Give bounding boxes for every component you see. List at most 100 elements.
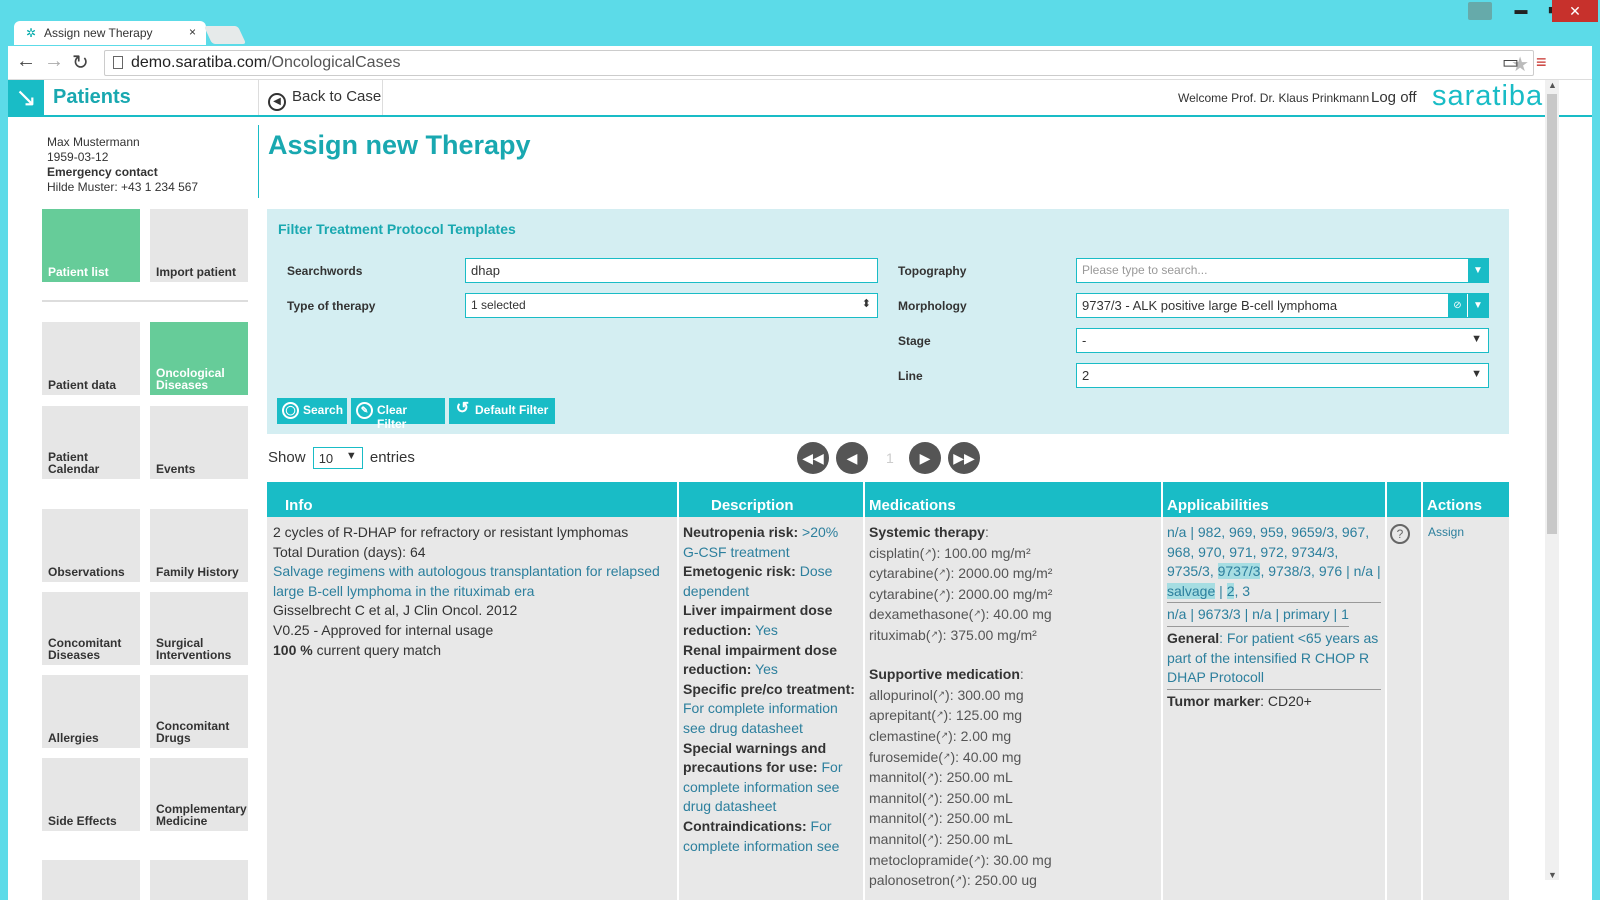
- new-tab-button[interactable]: [203, 26, 247, 44]
- default-filter-button[interactable]: ↺ Default Filter: [449, 398, 555, 424]
- external-link-icon[interactable]: ↗: [927, 771, 935, 781]
- tile-surgical-interventions[interactable]: Surgical Interventions: [150, 592, 248, 665]
- forward-arrow-icon[interactable]: →: [44, 50, 64, 73]
- info-line: 2 cycles of R-DHAP for refractory or res…: [273, 524, 629, 540]
- med-name: mannitol(: [869, 769, 927, 786]
- minimize-button[interactable]: ▬: [1506, 0, 1536, 20]
- last-page-button[interactable]: ▶▶: [948, 442, 980, 474]
- prev-page-button[interactable]: ◀: [836, 442, 868, 474]
- next-page-button[interactable]: ▶: [909, 442, 941, 474]
- appl-highlight: salvage: [1167, 582, 1216, 599]
- supportive-heading: Supportive medication:: [869, 666, 1024, 683]
- morphology-input[interactable]: 9737/3 - ALK positive large B-cell lymph…: [1076, 293, 1489, 318]
- menu-icon[interactable]: ≡: [1536, 52, 1547, 73]
- tile-events[interactable]: Events: [150, 406, 248, 479]
- back-to-case-button[interactable]: ◀ Back to Case: [268, 88, 381, 111]
- topography-label: Topography: [898, 264, 967, 278]
- info-match: 100 % current query match: [273, 641, 683, 661]
- med-dose: ): 300.00 mg: [945, 686, 1024, 703]
- external-link-icon[interactable]: ↗: [938, 588, 946, 598]
- tile-concomitant-diseases[interactable]: Concomitant Diseases: [42, 592, 140, 665]
- type-of-therapy-select[interactable]: 1 selected ⬍: [465, 293, 878, 318]
- chevron-down-icon[interactable]: ▼: [1468, 294, 1488, 317]
- assign-link[interactable]: Assign: [1428, 525, 1464, 539]
- back-arrow-icon[interactable]: ←: [16, 50, 36, 73]
- col-medications[interactable]: Medications: [869, 497, 956, 514]
- address-bar[interactable]: demo.saratiba.com/OncologicalCases ★: [104, 50, 1534, 76]
- external-link-icon[interactable]: ↗: [927, 833, 935, 843]
- tile-label: Oncological Diseases: [156, 366, 225, 392]
- tile-concomitant-drugs[interactable]: Concomitant Drugs: [150, 675, 248, 748]
- undo-icon: ↺: [455, 400, 470, 417]
- scrollbar[interactable]: ▲ ▼: [1545, 80, 1559, 880]
- cast-icon[interactable]: ▭: [1502, 52, 1519, 73]
- external-link-icon[interactable]: ↗: [973, 608, 981, 618]
- topography-input[interactable]: Please type to search... ▼: [1076, 258, 1489, 283]
- external-link-icon[interactable]: ↗: [941, 730, 949, 740]
- tumor-label: Tumor marker: [1167, 692, 1261, 709]
- external-link-icon[interactable]: ↗: [930, 629, 938, 639]
- tile-complementary-medicine[interactable]: Complementary Medicine: [150, 758, 248, 831]
- tile-patient-list[interactable]: Patient list: [42, 209, 140, 282]
- logoff-link[interactable]: Log off: [1371, 89, 1417, 106]
- stage-select[interactable]: - ▼: [1076, 328, 1489, 353]
- scroll-down-icon[interactable]: ▼: [1548, 870, 1557, 880]
- tile-more[interactable]: [150, 860, 248, 900]
- tile-family-history[interactable]: Family History: [150, 509, 248, 582]
- external-link-icon[interactable]: ↗: [973, 854, 981, 864]
- search-button[interactable]: ◯ Search: [277, 398, 347, 424]
- url-host: demo.saratiba.com: [131, 54, 268, 71]
- med-item: furosemide(↗): 40.00 mg: [869, 747, 1159, 768]
- topography-placeholder: Please type to search...: [1082, 263, 1208, 277]
- back-circle-icon: ◀: [268, 93, 286, 111]
- page-number[interactable]: 1: [886, 450, 894, 466]
- external-link-icon[interactable]: ↗: [937, 689, 945, 699]
- col-actions[interactable]: Actions: [1427, 497, 1482, 514]
- line-label: Line: [898, 369, 923, 383]
- tile-allergies[interactable]: Allergies: [42, 675, 140, 748]
- close-tab-icon[interactable]: ×: [189, 25, 196, 39]
- tile-patient-data[interactable]: Patient data: [42, 322, 140, 395]
- close-window-button[interactable]: ✕: [1552, 0, 1598, 22]
- searchwords-value: dhap: [471, 263, 500, 278]
- reload-icon[interactable]: ↻: [72, 50, 89, 75]
- clear-icon[interactable]: ⊘: [1448, 294, 1468, 317]
- tile-import-patient[interactable]: Import patient: [150, 209, 248, 282]
- external-link-icon[interactable]: ↗: [927, 792, 935, 802]
- tile-side-effects[interactable]: Side Effects: [42, 758, 140, 831]
- external-link-icon[interactable]: ↗: [938, 567, 946, 577]
- tile-label: Concomitant Drugs: [156, 719, 230, 745]
- first-page-button[interactable]: ◀◀: [797, 442, 829, 474]
- clear-filter-button[interactable]: ✎ Clear Filter: [351, 398, 445, 431]
- tile-label: Complementary Medicine: [156, 802, 247, 828]
- scroll-up-icon[interactable]: ▲: [1548, 80, 1557, 90]
- tile-observations[interactable]: Observations: [42, 509, 140, 582]
- tile-patient-calendar[interactable]: Patient Calendar: [42, 406, 140, 479]
- help-icon[interactable]: ?: [1390, 524, 1410, 544]
- tile-more[interactable]: [42, 860, 140, 900]
- match-text: current query match: [312, 641, 442, 658]
- tile-label: Patient data: [48, 378, 117, 392]
- entries-select[interactable]: 10 ▼: [312, 447, 363, 469]
- external-link-icon[interactable]: ↗: [924, 547, 932, 557]
- info-reference-link[interactable]: Salvage regimens with autologous transpl…: [273, 562, 683, 601]
- tile-oncological-diseases[interactable]: Oncological Diseases: [150, 322, 248, 395]
- info-duration: Total Duration (days): 64: [273, 543, 426, 560]
- scrollbar-thumb[interactable]: [1547, 94, 1557, 534]
- searchwords-input[interactable]: dhap: [465, 258, 878, 283]
- col-applicabilities[interactable]: Applicabilities: [1167, 497, 1269, 514]
- med-dose: ): 250.00 mL: [934, 810, 1013, 827]
- med-item: rituximab(↗): 375.00 mg/m²: [869, 625, 1159, 646]
- col-description[interactable]: Description: [711, 497, 794, 514]
- applicability-item: n/a | 9673/3 | n/a | primary | 1: [1167, 605, 1349, 627]
- line-value: 2: [1082, 368, 1090, 383]
- col-info[interactable]: Info: [285, 497, 313, 514]
- desc-item: Liver impairment dose reduction: Yes: [683, 601, 855, 640]
- browser-tab[interactable]: ✲ Assign new Therapy ×: [14, 21, 206, 45]
- external-link-icon[interactable]: ↗: [927, 812, 935, 822]
- header-divider: [258, 80, 259, 115]
- user-profile-icon[interactable]: [1468, 2, 1492, 20]
- med-dose: ): 40.00 mg: [950, 748, 1022, 765]
- line-select[interactable]: 2 ▼: [1076, 363, 1489, 388]
- chevron-down-icon[interactable]: ▼: [1468, 259, 1488, 282]
